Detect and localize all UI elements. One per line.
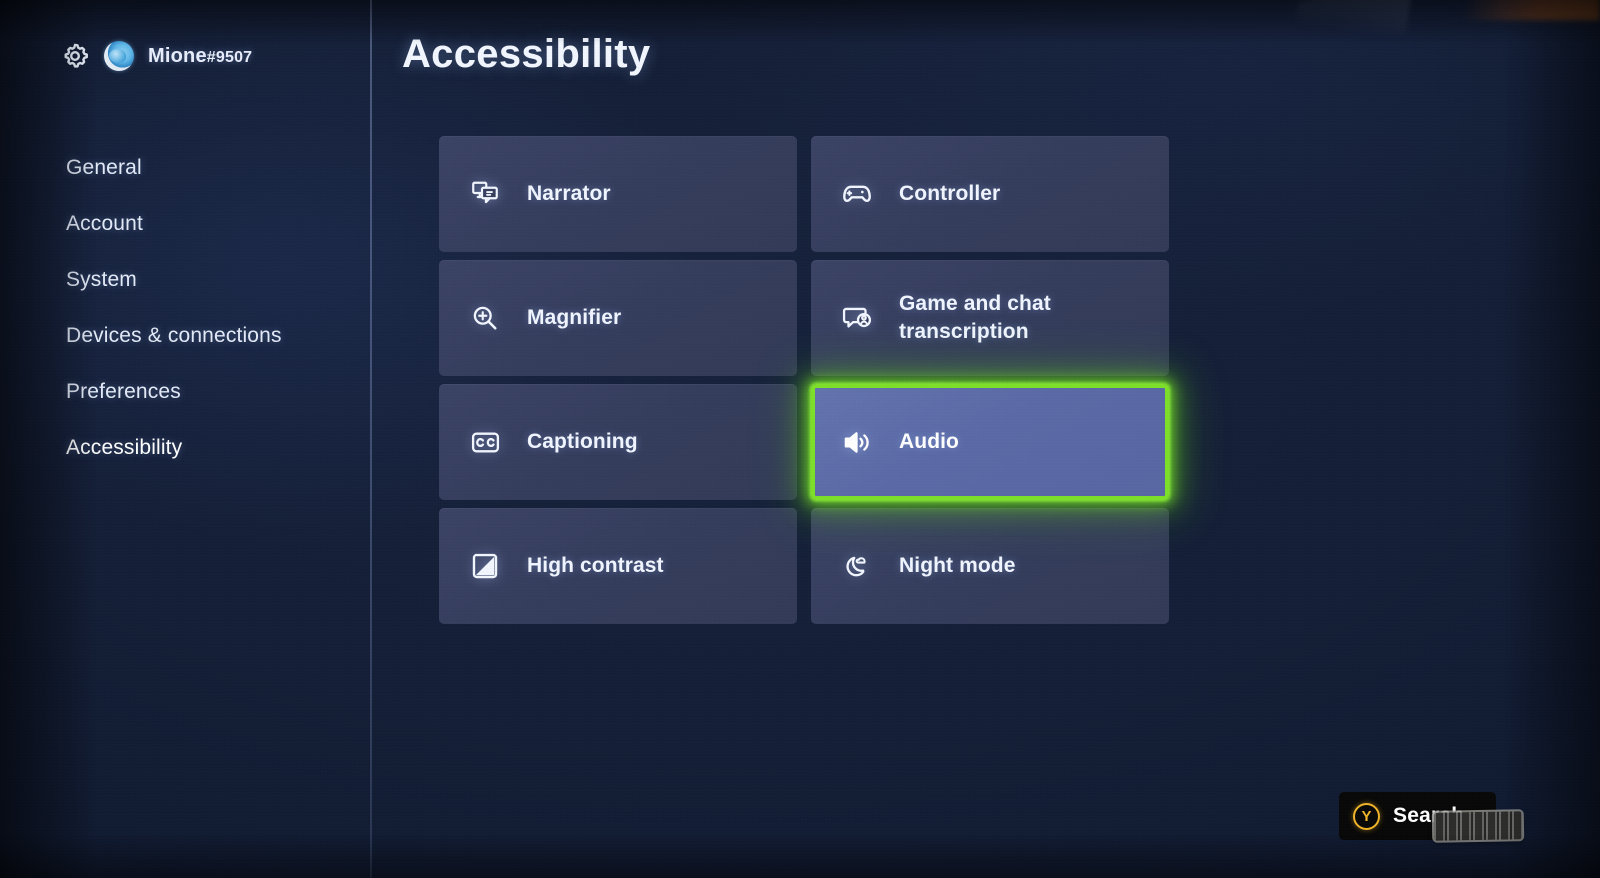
magnifier-icon — [468, 301, 502, 335]
captioning-icon — [468, 425, 502, 459]
controller-icon — [840, 177, 874, 211]
sidebar-item-label: Accessibility — [66, 436, 183, 459]
sidebar-item-accessibility[interactable]: Accessibility — [0, 420, 371, 476]
tile-label: Audio — [899, 430, 959, 454]
transcription-icon — [840, 301, 874, 335]
y-button-icon: Y — [1353, 802, 1380, 830]
tile-high-contrast[interactable]: High contrast — [439, 508, 797, 624]
tile-controller[interactable]: Controller — [811, 136, 1169, 252]
narrator-icon — [468, 177, 502, 211]
account-row[interactable]: Mione#9507 — [60, 41, 252, 71]
audio-icon — [840, 425, 874, 459]
sidebar-item-label: Devices & connections — [66, 324, 282, 347]
tile-label: Controller — [899, 182, 1001, 206]
main-panel: Accessibility Narrator Controller Magnif… — [371, 0, 1600, 878]
tile-night-mode[interactable]: Night mode — [811, 508, 1169, 624]
sidebar-item-label: Account — [66, 212, 143, 235]
tile-label: Captioning — [527, 430, 638, 454]
gamertag-name: Mione — [148, 44, 207, 67]
sidebar-item-preferences[interactable]: Preferences — [0, 364, 371, 420]
tile-label: Magnifier — [527, 306, 622, 330]
foreground-object-occluder — [1433, 811, 1523, 841]
tile-label: High contrast — [527, 554, 664, 578]
night-mode-icon — [840, 549, 874, 583]
accessibility-tile-grid: Narrator Controller Magnifier Game and c… — [439, 136, 1181, 624]
sidebar-nav: General Account System Devices & connect… — [0, 140, 371, 476]
sidebar-item-account[interactable]: Account — [0, 196, 371, 252]
tile-game-and-chat-transcription[interactable]: Game and chat transcription — [811, 260, 1169, 376]
sidebar-item-label: System — [66, 268, 137, 291]
tile-magnifier[interactable]: Magnifier — [439, 260, 797, 376]
sidebar-item-general[interactable]: General — [0, 140, 371, 196]
tile-label: Night mode — [899, 554, 1016, 578]
sidebar-item-system[interactable]: System — [0, 252, 371, 308]
gamertag-suffix: #9507 — [206, 48, 253, 66]
settings-ui: Mione#9507 General Account System Device… — [0, 0, 1600, 878]
sidebar-divider — [370, 0, 372, 878]
tile-label: Game and chat transcription — [899, 292, 1051, 343]
tile-narrator[interactable]: Narrator — [439, 136, 797, 252]
tile-audio[interactable]: Audio — [811, 384, 1169, 500]
gear-icon[interactable] — [60, 41, 90, 71]
tile-label: Narrator — [527, 182, 611, 206]
sidebar: Mione#9507 General Account System Device… — [0, 0, 371, 878]
avatar[interactable] — [104, 41, 134, 71]
sidebar-item-devices-connections[interactable]: Devices & connections — [0, 308, 371, 364]
high-contrast-icon — [468, 549, 502, 583]
sidebar-item-label: Preferences — [66, 380, 181, 403]
sidebar-item-label: General — [66, 156, 142, 179]
xbox-settings-screen: Mione#9507 General Account System Device… — [0, 0, 1600, 878]
tile-captioning[interactable]: Captioning — [439, 384, 797, 500]
gamertag: Mione#9507 — [148, 45, 252, 68]
page-title: Accessibility — [402, 32, 651, 76]
